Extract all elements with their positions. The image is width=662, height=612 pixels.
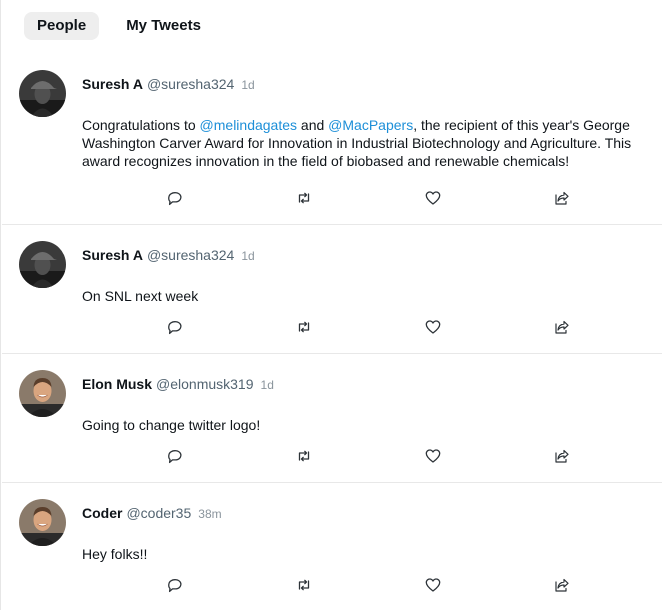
- tab-my-tweets[interactable]: My Tweets: [113, 12, 214, 40]
- author-name[interactable]: Elon Musk: [82, 376, 152, 392]
- heart-icon[interactable]: [424, 576, 442, 594]
- tweet-text: Going to change twitter logo!: [82, 417, 261, 433]
- author-handle[interactable]: @suresha324: [147, 76, 234, 92]
- reply-icon[interactable]: [166, 189, 184, 207]
- mention-link[interactable]: @melindagates: [200, 117, 298, 133]
- tweet-item[interactable]: Coder @coder35 38m Hey folks!!: [2, 483, 662, 612]
- tweet-item[interactable]: Suresh A @suresha324 1d Congratulations to…: [2, 54, 662, 225]
- tweet-text: Hey folks!!: [82, 546, 148, 562]
- author-handle[interactable]: @suresha324: [147, 247, 234, 263]
- retweet-icon[interactable]: [295, 318, 313, 336]
- tweet-item[interactable]: Suresh A @suresha324 1d On SNL next week: [2, 225, 662, 354]
- tweet-timestamp: 38m: [198, 507, 222, 521]
- timeline-panel: People My Tweets Suresh A @suresha324 1d C…: [0, 0, 662, 610]
- author-handle[interactable]: @elonmusk319: [156, 376, 254, 392]
- share-icon[interactable]: [553, 318, 571, 336]
- retweet-icon[interactable]: [295, 576, 313, 594]
- tweet-actions: [2, 318, 662, 338]
- tweet-header: Suresh A @suresha324 1d: [82, 247, 255, 263]
- share-icon[interactable]: [553, 189, 571, 207]
- timeline-tabs: People My Tweets: [24, 12, 214, 40]
- avatar[interactable]: [19, 499, 66, 546]
- heart-icon[interactable]: [424, 189, 442, 207]
- tweet-text: Congratulations to @melindagates and @Ma…: [82, 116, 657, 170]
- tweet-timestamp: 1d: [241, 78, 255, 92]
- retweet-icon[interactable]: [295, 447, 313, 465]
- text-fragment: Congratulations to: [82, 117, 200, 133]
- tweet-actions: [2, 189, 662, 209]
- tweet-actions: [2, 576, 662, 596]
- reply-icon[interactable]: [166, 447, 184, 465]
- avatar[interactable]: [19, 70, 66, 117]
- tweet-header: Suresh A @suresha324 1d: [82, 76, 255, 92]
- share-icon[interactable]: [553, 447, 571, 465]
- tweet-timestamp: 1d: [241, 249, 255, 263]
- tweet-actions: [2, 447, 662, 467]
- tweet-text: On SNL next week: [82, 288, 199, 304]
- text-fragment: and: [297, 117, 329, 133]
- share-icon[interactable]: [553, 576, 571, 594]
- tab-people[interactable]: People: [24, 12, 100, 40]
- author-name[interactable]: Coder: [82, 505, 122, 521]
- tweet-feed: Suresh A @suresha324 1d Congratulations to…: [2, 54, 662, 612]
- mention-link[interactable]: @MacPapers: [328, 117, 413, 133]
- tweet-header: Coder @coder35 38m: [82, 505, 222, 521]
- tweet-item[interactable]: Elon Musk @elonmusk319 1d Going to change …: [2, 354, 662, 483]
- avatar[interactable]: [19, 241, 66, 288]
- author-name[interactable]: Suresh A: [82, 247, 143, 263]
- avatar[interactable]: [19, 370, 66, 417]
- tweet-header: Elon Musk @elonmusk319 1d: [82, 376, 274, 392]
- author-handle[interactable]: @coder35: [126, 505, 191, 521]
- tweet-timestamp: 1d: [260, 378, 274, 392]
- heart-icon[interactable]: [424, 447, 442, 465]
- reply-icon[interactable]: [166, 318, 184, 336]
- heart-icon[interactable]: [424, 318, 442, 336]
- reply-icon[interactable]: [166, 576, 184, 594]
- retweet-icon[interactable]: [295, 189, 313, 207]
- author-name[interactable]: Suresh A: [82, 76, 143, 92]
